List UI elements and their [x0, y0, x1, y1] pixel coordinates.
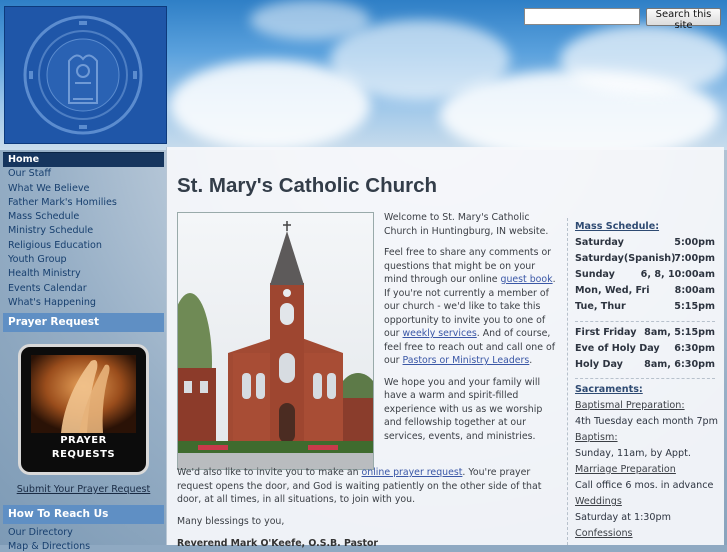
sacrament-detail: Call office 6 mos. in advance [575, 480, 714, 491]
main-navigation: Home Our Staff What We Believe Father Ma… [3, 152, 164, 310]
schedule-time: 8am, 5:15pm [644, 327, 715, 338]
parish-seal-logo [4, 6, 167, 144]
share-paragraph: Feel free to share any comments or quest… [384, 246, 556, 368]
prayer-image-caption-line1: PRAYER [60, 435, 107, 446]
nav-item-whats-happening[interactable]: What's Happening [3, 296, 164, 310]
schedule-row: Saturday 5:00pm [575, 237, 715, 251]
schedule-divider [575, 321, 715, 322]
weekly-services-link[interactable]: weekly services [403, 328, 477, 339]
nav-item-youth-group[interactable]: Youth Group [3, 253, 164, 267]
schedule-day: Saturday(Spanish) [575, 253, 676, 264]
praying-hands-icon [31, 355, 136, 433]
welcome-text: Welcome to St. Mary's Catholic Church in… [384, 211, 556, 451]
baptism-link[interactable]: Baptism: [575, 432, 618, 443]
schedule-row: First Friday 8am, 5:15pm [575, 327, 715, 341]
prayer-requests-image[interactable]: PRAYER REQUESTS [18, 344, 149, 475]
how-to-reach-us-heading: How To Reach Us [3, 505, 164, 524]
schedule-time: 5:15pm [674, 301, 715, 312]
text-span: . [529, 355, 533, 366]
hope-paragraph: We hope you and your family will have a … [384, 376, 543, 442]
nav-item-our-staff[interactable]: Our Staff [3, 167, 164, 181]
prayer-request-heading: Prayer Request [3, 313, 164, 332]
reach-item-map[interactable]: Map & Directions [8, 541, 90, 552]
nav-item-home[interactable]: Home [3, 152, 164, 168]
nav-item-health-ministry[interactable]: Health Ministry [3, 267, 164, 281]
schedule-row: Eve of Holy Day 6:30pm [575, 343, 715, 357]
weddings-link[interactable]: Weddings [575, 496, 622, 507]
mass-schedule-panel: Mass Schedule: Saturday 5:00pm Saturday(S… [567, 218, 720, 545]
nav-item-religious-education[interactable]: Religious Education [3, 239, 164, 253]
schedule-time: 6, 8, 10:00am [640, 269, 715, 280]
invitation-text: We'd also like to invite you to make an … [177, 466, 555, 536]
sacrament-detail: Sunday, 11am, by Appt. [575, 448, 691, 459]
nav-item-events-calendar[interactable]: Events Calendar [3, 282, 164, 296]
seal-emblem-icon [23, 15, 143, 135]
schedule-time: 7:00pm [674, 253, 715, 264]
prayer-image-caption-line2: REQUESTS [51, 449, 116, 460]
sacraments-title: Sacraments: [575, 384, 643, 395]
search-input[interactable] [524, 8, 640, 25]
sacrament-detail: Saturday at 1:30pm [575, 512, 671, 523]
nav-item-homilies[interactable]: Father Mark's Homilies [3, 196, 164, 210]
schedule-time: 6:30pm [674, 343, 715, 354]
nav-item-what-we-believe[interactable]: What We Believe [3, 182, 164, 196]
closing-line: Many blessings to you, [177, 515, 285, 527]
prayer-invite-paragraph: We'd also like to invite you to make an … [177, 466, 555, 507]
baptismal-preparation-link[interactable]: Baptismal Preparation: [575, 400, 685, 411]
header-banner: Search this site [0, 0, 727, 150]
schedule-day: Mon, Wed, Fri [575, 285, 650, 296]
reach-item-directory[interactable]: Our Directory [8, 527, 73, 538]
submit-prayer-request-link[interactable]: Submit Your Prayer Request [3, 484, 164, 495]
guest-book-link[interactable]: guest book [501, 274, 553, 285]
schedule-row: Saturday(Spanish) 7:00pm [575, 253, 715, 267]
schedule-time: 5:00pm [674, 237, 715, 248]
pastors-ministry-leaders-link[interactable]: Pastors or Ministry Leaders [403, 355, 530, 366]
cloud [250, 0, 370, 40]
schedule-day: First Friday [575, 327, 637, 338]
mass-schedule-title: Mass Schedule: [575, 221, 660, 232]
confessions-link[interactable]: Confessions [575, 528, 633, 539]
online-prayer-request-link[interactable]: online prayer request [362, 467, 463, 478]
church-photo [177, 212, 374, 470]
nav-item-ministry-schedule[interactable]: Ministry Schedule [3, 224, 164, 238]
schedule-day: Eve of Holy Day [575, 343, 660, 354]
sacrament-detail: 4th Tuesday each month 7pm [575, 416, 718, 427]
text-span: We'd also like to invite you to make an [177, 467, 362, 478]
schedule-row: Holy Day 8am, 6:30pm [575, 359, 715, 373]
schedule-time: 8am, 6:30pm [644, 359, 715, 370]
pastor-signature: Reverend Mark O'Keefe, O.S.B. Pastor [177, 538, 379, 549]
schedule-time: 8:00am [674, 285, 715, 296]
schedule-day: Saturday [575, 237, 624, 248]
welcome-paragraph: Welcome to St. Mary's Catholic Church in… [384, 212, 549, 237]
page-title: St. Mary's Catholic Church [177, 174, 438, 197]
cloud [560, 25, 727, 95]
schedule-row: Tue, Thur 5:15pm [575, 301, 715, 315]
schedule-day: Sunday [575, 269, 615, 280]
schedule-row: Sunday 6, 8, 10:00am [575, 269, 715, 283]
search-button[interactable]: Search this site [646, 8, 721, 31]
schedule-divider [575, 378, 715, 379]
schedule-day: Tue, Thur [575, 301, 626, 312]
schedule-row: Mon, Wed, Fri 8:00am [575, 285, 715, 299]
nav-item-mass-schedule[interactable]: Mass Schedule [3, 210, 164, 224]
schedule-day: Holy Day [575, 359, 623, 370]
marriage-preparation-link[interactable]: Marriage Preparation [575, 464, 676, 475]
